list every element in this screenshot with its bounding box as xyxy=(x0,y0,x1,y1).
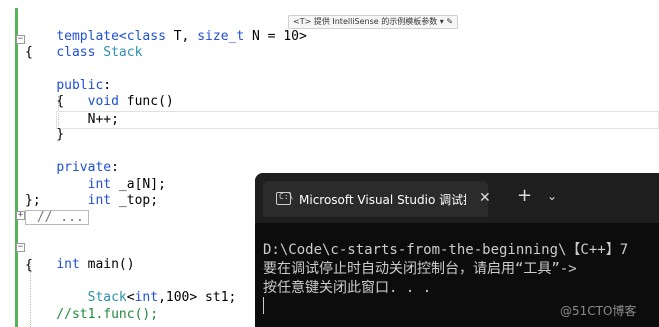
code-line: int _a[N]; xyxy=(87,177,166,192)
code-line: { xyxy=(25,258,33,273)
console-output-line: D:\Code\c-starts-from-the-beginning\【C++… xyxy=(263,242,629,258)
code-line: }; xyxy=(25,193,41,208)
code-line: template<class T, size_t N = 10> xyxy=(56,29,307,44)
tab-debug-console[interactable]: C:\ Microsoft Visual Studio 调试控制台 ✕ xyxy=(263,181,491,217)
code-line: N++; xyxy=(25,112,119,127)
code-line: void func() xyxy=(87,94,174,109)
code-line: Stack<int,100> st1; xyxy=(87,290,237,305)
code-line-comment: //st1.func(); xyxy=(25,307,159,322)
console-output-line: 按任意键关闭此窗口. . . xyxy=(263,280,432,296)
close-icon[interactable]: ✕ xyxy=(479,190,491,206)
fold-toggle-class[interactable]: − xyxy=(16,35,25,44)
code-line: public: xyxy=(56,78,112,93)
code-line: { xyxy=(25,94,65,109)
tab-title: Microsoft Visual Studio 调试控制台 xyxy=(299,193,466,207)
code-line: } xyxy=(25,127,65,142)
text-cursor xyxy=(263,297,264,314)
console-icon: C:\ xyxy=(276,192,293,205)
debug-console-window[interactable]: C:\ Microsoft Visual Studio 调试控制台 ✕ + ⌄ … xyxy=(255,173,659,327)
code-line: class Stack xyxy=(56,45,143,60)
fold-toggle-collapsed[interactable]: + xyxy=(16,211,25,220)
current-line-highlight xyxy=(56,111,659,129)
intellisense-template-hint[interactable]: <T> 提供 IntelliSense 的示例模板参数 ▾ ✎ xyxy=(288,15,459,29)
code-line: { xyxy=(25,45,33,60)
chevron-down-icon[interactable]: ⌄ xyxy=(547,187,557,205)
code-line: int _top; xyxy=(87,193,159,208)
collapsed-region[interactable]: // ... xyxy=(25,210,89,225)
new-tab-button[interactable]: + xyxy=(517,187,532,205)
code-line: private: xyxy=(56,160,119,175)
code-line: int main() xyxy=(56,257,135,272)
change-tracking-bar xyxy=(15,8,18,327)
watermark: @51CTO博客 xyxy=(560,304,637,318)
fold-toggle-main[interactable]: − xyxy=(16,243,25,252)
terminal-tab-bar: C:\ Microsoft Visual Studio 调试控制台 ✕ + ⌄ xyxy=(255,173,659,223)
console-output-line: 要在调试停止时自动关闭控制台，请启用“工具”-> xyxy=(263,261,577,277)
